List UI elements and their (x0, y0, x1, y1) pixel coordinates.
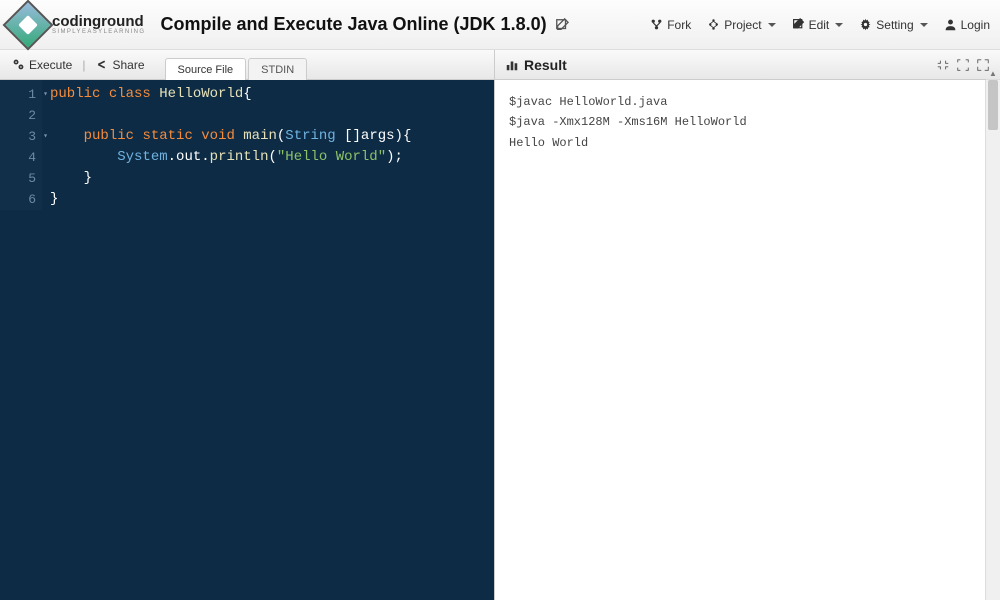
vertical-scrollbar[interactable]: ▲ (985, 80, 1000, 600)
nav-right: Fork Project Edit Setting Login (650, 18, 990, 32)
code-content[interactable]: public class HelloWorld{ public static v… (42, 80, 494, 210)
editor-tabs: Source File STDIN (165, 57, 310, 79)
fork-icon (650, 18, 663, 31)
editor-toolbar: Execute | Share Source File STDIN (0, 50, 495, 79)
share-icon (95, 58, 108, 71)
result-toolbar: Result (495, 50, 1000, 79)
setting-button[interactable]: Setting (859, 18, 927, 32)
line-number: 5 (0, 168, 36, 189)
page-title: Compile and Execute Java Online (JDK 1.8… (160, 14, 568, 35)
separator: | (82, 58, 85, 72)
line-gutter: 1▾ 2 3▾ 4 5 6 (0, 80, 42, 210)
chevron-down-icon (920, 23, 928, 27)
fork-label: Fork (667, 18, 691, 32)
edit-title-icon[interactable] (555, 18, 569, 32)
title-text: Compile and Execute Java Online (JDK 1.8… (160, 14, 546, 35)
logo-main: codinground (52, 14, 145, 29)
collapse-icon[interactable] (936, 58, 950, 72)
fold-icon[interactable]: ▾ (43, 126, 48, 147)
fold-icon[interactable]: ▾ (43, 84, 48, 105)
line-number: 4 (0, 147, 36, 168)
edit-icon (792, 18, 805, 31)
result-panel: $javac HelloWorld.java $java -Xmx128M -X… (495, 80, 1000, 600)
edit-label: Edit (809, 18, 830, 32)
chevron-down-icon (768, 23, 776, 27)
gear-icon (859, 18, 872, 31)
tab-stdin[interactable]: STDIN (248, 58, 307, 80)
project-label: Project (724, 18, 761, 32)
output-line: $javac HelloWorld.java (509, 92, 986, 112)
line-number: 1▾ (0, 84, 36, 105)
line-number: 3▾ (0, 126, 36, 147)
execute-label: Execute (29, 58, 72, 72)
share-label: Share (112, 58, 144, 72)
execute-button[interactable]: Execute (8, 56, 76, 74)
output-line: Hello World (509, 133, 986, 153)
main-area: 1▾ 2 3▾ 4 5 6 public class HelloWorld{ p… (0, 80, 1000, 600)
tab-source-file[interactable]: Source File (165, 58, 247, 80)
user-icon (944, 18, 957, 31)
project-button[interactable]: Project (707, 18, 775, 32)
output-line: $java -Xmx128M -Xms16M HelloWorld (509, 112, 986, 132)
setting-label: Setting (876, 18, 913, 32)
logo[interactable]: codinground SIMPLYEASYLEARNING (10, 7, 145, 43)
login-button[interactable]: Login (944, 18, 990, 32)
header-bar: codinground SIMPLYEASYLEARNING Compile a… (0, 0, 1000, 50)
chevron-down-icon (835, 23, 843, 27)
logo-text: codinground SIMPLYEASYLEARNING (52, 14, 145, 35)
expand-icon[interactable] (956, 58, 970, 72)
logo-sub: SIMPLYEASYLEARNING (52, 29, 145, 35)
edit-button[interactable]: Edit (792, 18, 844, 32)
bars-icon (505, 58, 519, 72)
line-number: 6 (0, 189, 36, 210)
result-label: Result (524, 57, 567, 73)
result-title: Result (505, 57, 567, 73)
toolbar: Execute | Share Source File STDIN Result (0, 50, 1000, 80)
logo-icon (3, 0, 54, 50)
scroll-up-icon[interactable]: ▲ (986, 67, 1000, 80)
code-editor[interactable]: 1▾ 2 3▾ 4 5 6 public class HelloWorld{ p… (0, 80, 495, 600)
fork-button[interactable]: Fork (650, 18, 691, 32)
panel-controls (936, 58, 990, 72)
project-icon (707, 18, 720, 31)
share-button[interactable]: Share (91, 56, 148, 74)
login-label: Login (961, 18, 990, 32)
line-number: 2 (0, 105, 36, 126)
scrollbar-thumb[interactable] (988, 80, 998, 130)
cogs-icon (12, 58, 25, 71)
